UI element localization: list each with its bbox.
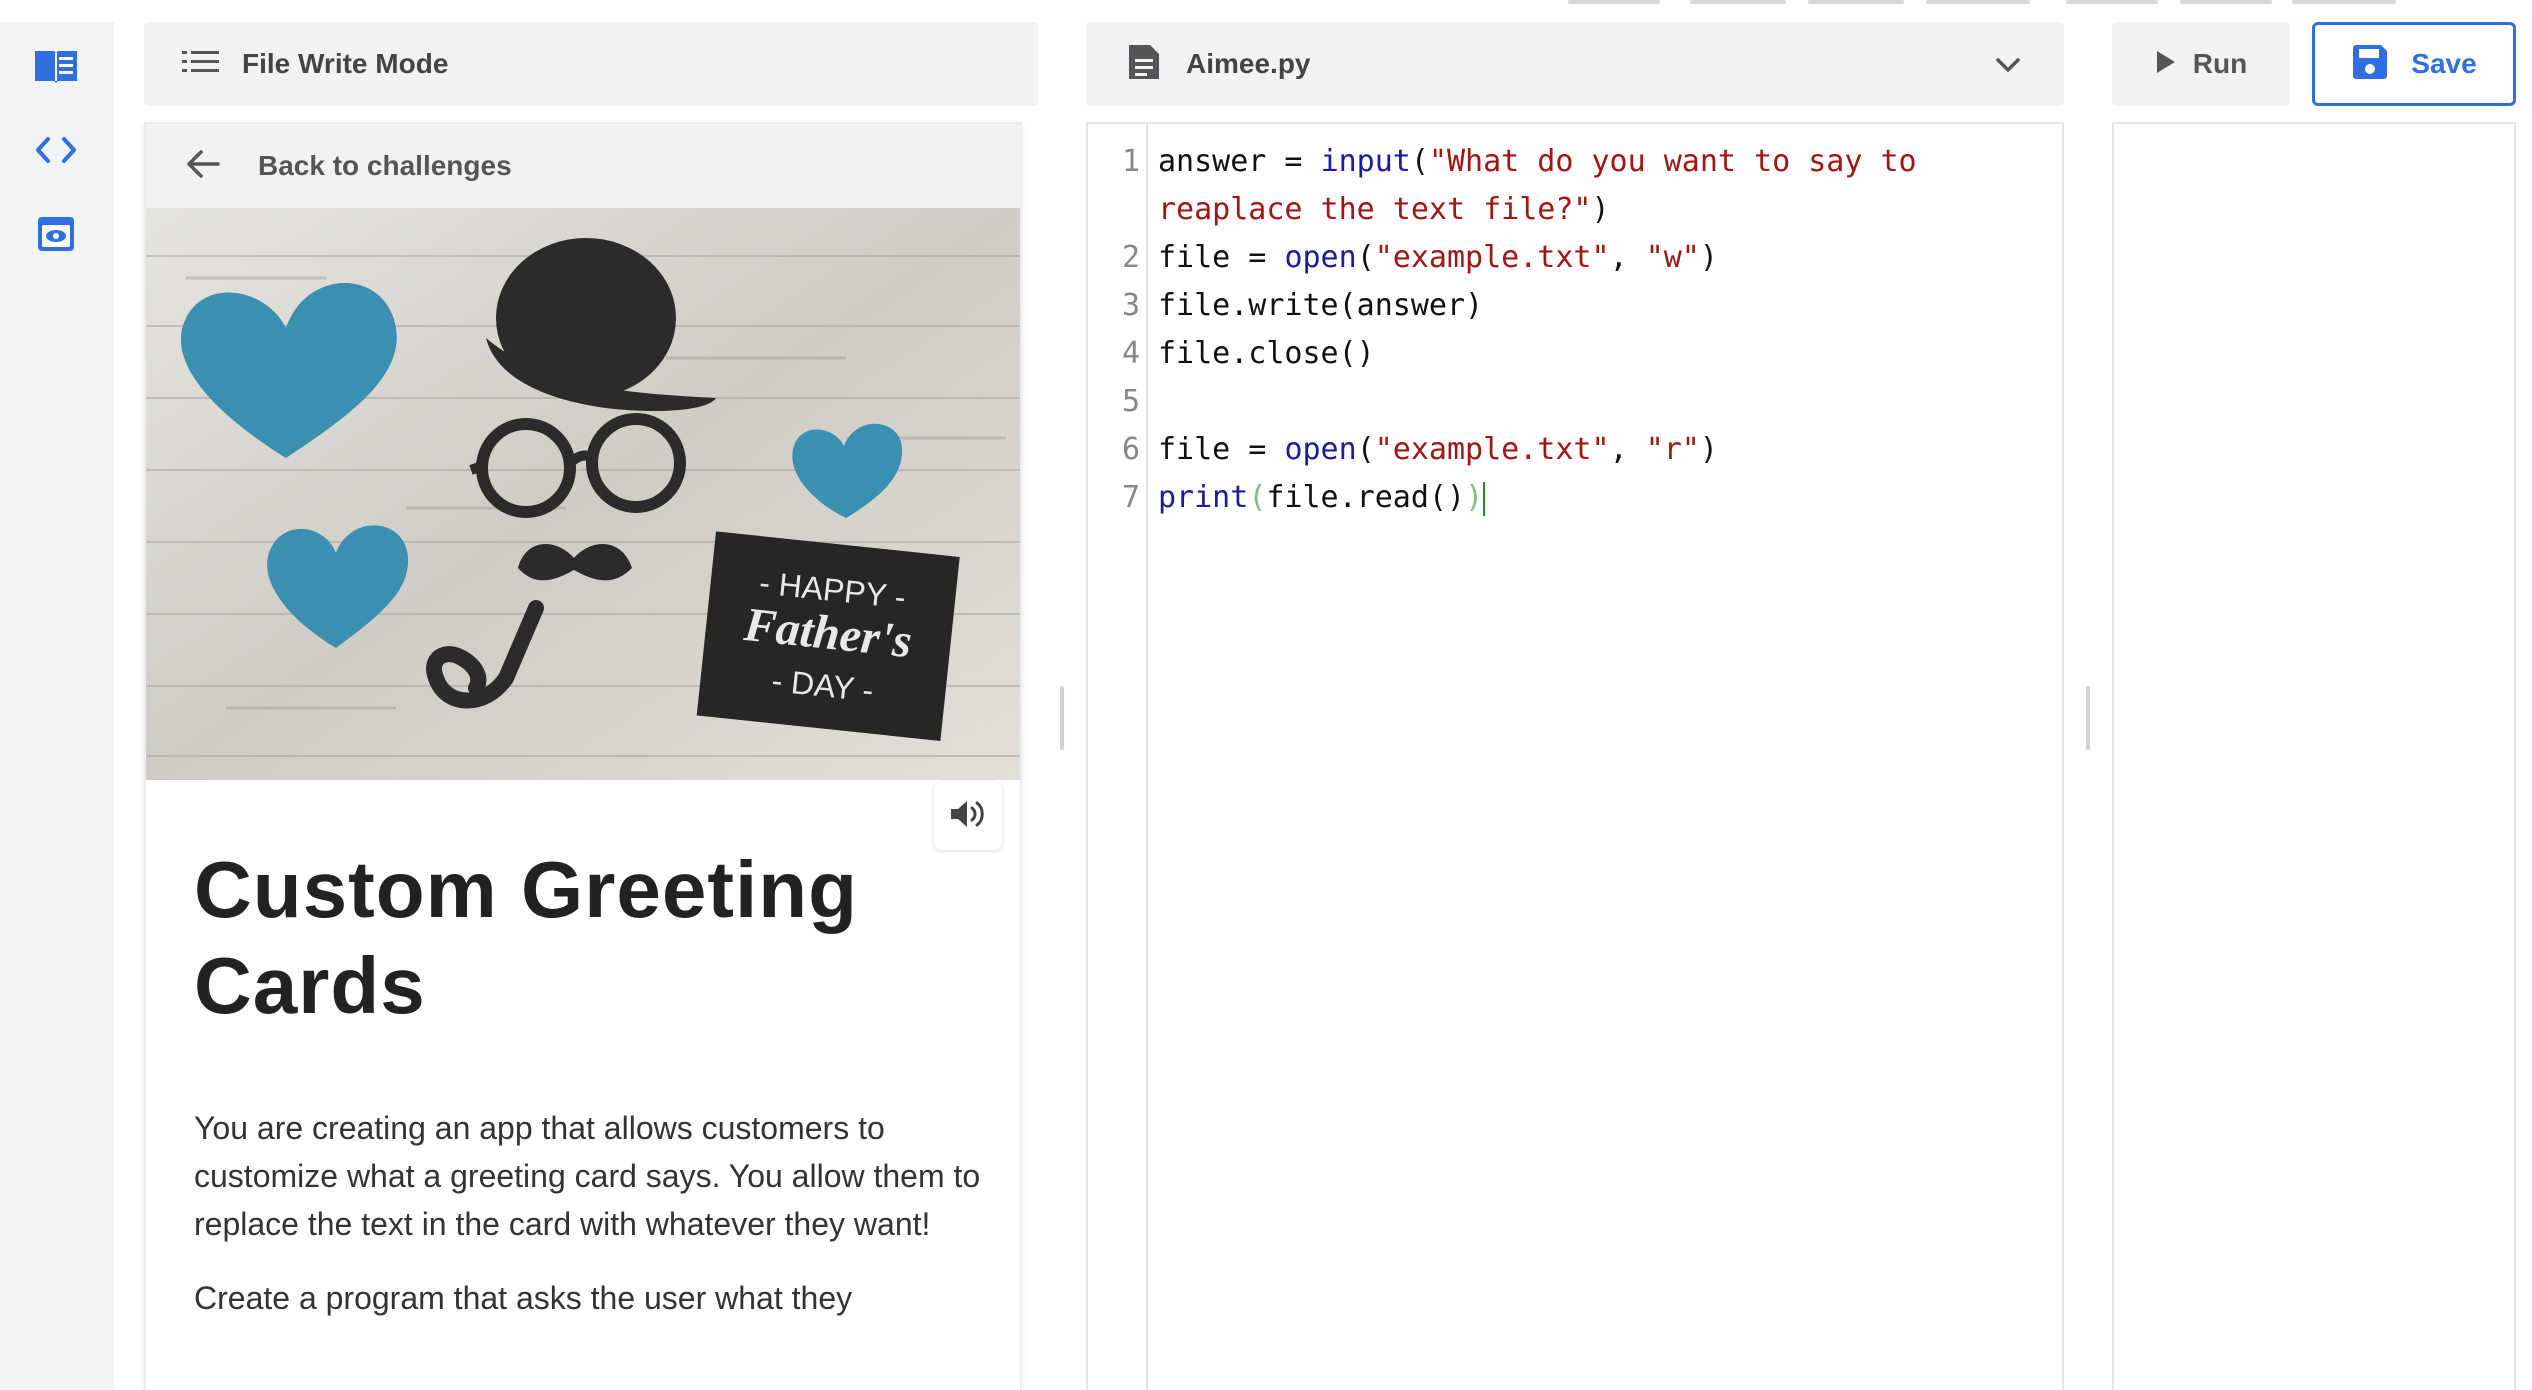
speaker-button[interactable] [934,782,1002,850]
chevron-down-icon[interactable] [1994,50,2022,83]
code-line[interactable]: 7 print(file.read()) [1088,474,2064,522]
run-button[interactable]: Run [2112,22,2290,106]
top-strip [1808,0,1904,4]
lesson-hero-image: - HAPPY - Father's - DAY - [146,208,1020,780]
code-text: file = open("example.txt", "r") [1158,432,1718,467]
save-button[interactable]: Save [2312,22,2516,106]
lesson-paragraph: You are creating an app that allows cust… [194,1110,981,1242]
output-panel[interactable] [2112,122,2516,1390]
back-to-challenges-link[interactable]: Back to challenges [146,124,1020,208]
lesson-header[interactable]: File Write Mode [144,22,1038,106]
speaker-icon [949,798,987,835]
code-line[interactable]: 4 file.close() [1088,330,2064,378]
top-strip [1690,0,1786,4]
code-editor[interactable]: 1 answer = input("What do you want to say… [1086,122,2064,1390]
line-number: 2 [1121,240,1140,275]
run-label: Run [2192,48,2248,79]
side-rail [0,22,114,1390]
line-number: 6 [1121,432,1140,467]
code-line[interactable]: 1 answer = input("What do you want to say… [1088,138,2064,186]
panel-resize-handle[interactable] [1060,686,1064,750]
app-root: File Write Mode Back to challenges - HAP… [0,0,2532,1390]
lesson-card: Back to challenges - HAPPY - Father's - … [144,122,1022,1390]
line-number: 7 [1121,480,1140,515]
code-text: answer = input("What do you want to say … [1158,144,1917,179]
code-line[interactable]: 6 file = open("example.txt", "r") [1088,426,2064,474]
top-strip [2066,0,2158,4]
panel-resize-handle[interactable] [2086,686,2090,750]
line-number: 5 [1121,384,1140,419]
code-text: file.write(answer) [1158,288,1484,323]
play-icon [2155,49,2177,80]
save-label: Save [2411,48,2477,79]
top-strip [1926,0,2030,4]
back-to-challenges-label: Back to challenges [258,150,512,181]
preview-icon[interactable] [30,208,82,260]
line-number: 1 [1121,144,1140,179]
file-selector[interactable]: Aimee.py [1086,22,2064,106]
code-line[interactable]: 5 [1088,378,2064,426]
floppy-disk-icon [2351,43,2389,86]
filename: Aimee.py [1186,48,1311,79]
book-icon[interactable] [30,40,82,92]
top-strip [2292,0,2396,4]
code-line[interactable]: reaplace the text file?") [1088,186,2064,234]
code-line[interactable]: 2 file = open("example.txt", "w") [1088,234,2064,282]
code-icon[interactable] [30,124,82,176]
lesson-body: You are creating an app that allows cust… [194,1104,984,1348]
line-number: 3 [1121,288,1140,323]
code-line[interactable]: 3 file.write(answer) [1088,282,2064,330]
back-arrow-icon [186,149,220,184]
code-text: print(file.read()) [1158,480,1486,516]
lesson-paragraph: Create a program that asks the user what… [194,1280,853,1316]
list-icon [182,49,220,80]
code-text: file.close() [1158,336,1375,371]
code-text: reaplace the text file?") [1158,192,1610,227]
lesson-header-label: File Write Mode [242,48,449,79]
code-text: file = open("example.txt", "w") [1158,240,1718,275]
line-number: 4 [1121,336,1140,371]
top-strip [1568,0,1660,4]
top-strip [2180,0,2272,4]
lesson-title: Custom Greeting Cards [194,845,858,1030]
file-icon [1126,42,1162,87]
